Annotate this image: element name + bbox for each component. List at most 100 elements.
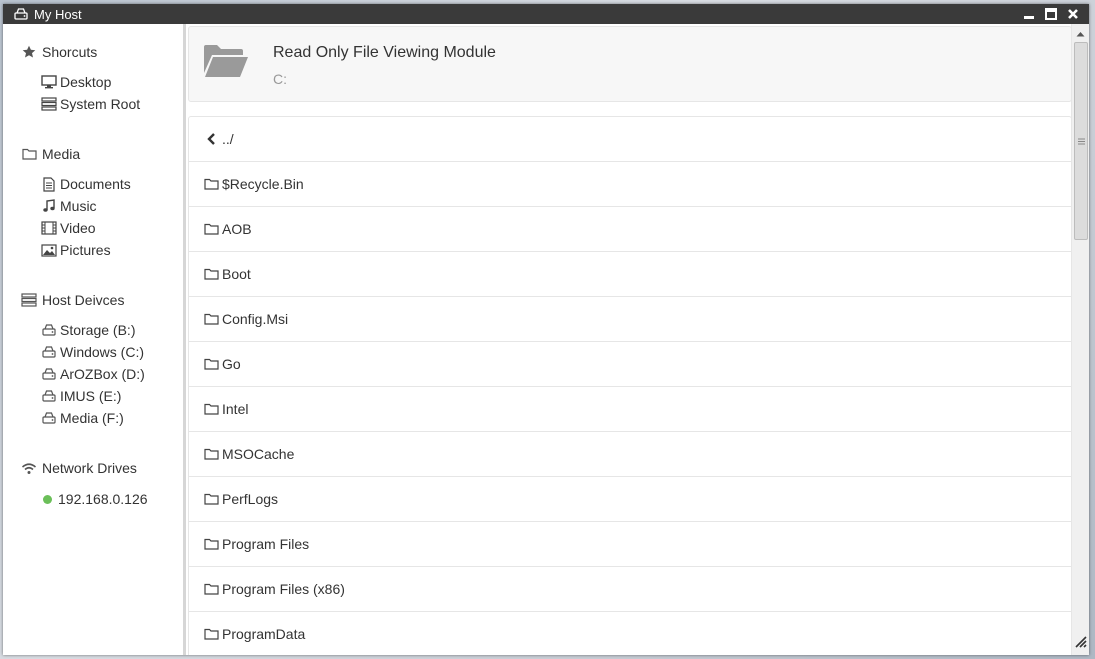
folder-icon <box>203 536 219 552</box>
hard-drive-icon <box>41 410 57 426</box>
online-status-icon <box>43 494 52 504</box>
file-list: ../ $Recycle.Bin AOB Boot Config.Msi Go Intel… <box>188 116 1072 655</box>
sidebar-item-drive-c[interactable]: Windows (C:) <box>3 341 183 363</box>
sidebar-item-label: Music <box>60 198 97 214</box>
shortcuts-label: Shorcuts <box>42 44 98 60</box>
host-devices-label: Host Deivces <box>42 292 125 308</box>
server-icon <box>21 292 37 308</box>
scrollbar-thumb[interactable] <box>1074 42 1088 240</box>
shortcuts-section: Shorcuts Desktop System Root <box>3 41 183 115</box>
file-row[interactable]: ProgramData <box>189 612 1071 655</box>
file-row[interactable]: Config.Msi <box>189 297 1071 342</box>
close-button[interactable] <box>1065 6 1081 22</box>
folder-icon <box>203 581 219 597</box>
document-icon <box>41 176 57 192</box>
sidebar-item-music[interactable]: Music <box>3 195 183 217</box>
server-icon <box>41 96 57 112</box>
host-devices-section: Host Deivces Storage (B:) Windows (C:) A <box>3 289 183 429</box>
sidebar-item-drive-f[interactable]: Media (F:) <box>3 407 183 429</box>
chevron-left-icon <box>203 131 219 147</box>
media-header: Media <box>3 143 183 165</box>
sidebar-item-label: Desktop <box>60 74 112 90</box>
film-icon <box>41 220 57 236</box>
hard-drive-icon <box>14 8 28 23</box>
sidebar-item-label: System Root <box>60 96 141 112</box>
sidebar-item-documents[interactable]: Documents <box>3 173 183 195</box>
hard-drive-icon <box>41 366 57 382</box>
parent-directory-label: ../ <box>222 131 234 147</box>
picture-icon <box>41 242 57 258</box>
main-content: Read Only File Viewing Module C: ../ $Re… <box>186 24 1072 655</box>
close-icon <box>1068 9 1078 19</box>
sidebar-item-system-root[interactable]: System Root <box>3 93 183 115</box>
file-row[interactable]: Intel <box>189 387 1071 432</box>
file-name: AOB <box>222 221 252 237</box>
file-name: PerfLogs <box>222 491 279 507</box>
file-name: ProgramData <box>222 626 306 642</box>
file-row[interactable]: Program Files (x86) <box>189 567 1071 612</box>
file-name: Intel <box>222 401 249 417</box>
scroll-up-button[interactable] <box>1072 26 1089 42</box>
file-name: Program Files <box>222 536 310 552</box>
file-row[interactable]: Boot <box>189 252 1071 297</box>
minimize-icon <box>1024 16 1034 19</box>
file-row[interactable]: $Recycle.Bin <box>189 162 1071 207</box>
file-row[interactable]: MSOCache <box>189 432 1071 477</box>
module-title: Read Only File Viewing Module <box>273 44 496 61</box>
shortcuts-header: Shorcuts <box>3 41 183 63</box>
module-header: Read Only File Viewing Module C: <box>188 26 1072 102</box>
file-name: Go <box>222 356 241 372</box>
file-row[interactable]: AOB <box>189 207 1071 252</box>
window-title: My Host <box>34 7 82 22</box>
wifi-icon <box>21 460 37 476</box>
folder-icon <box>21 146 37 162</box>
hard-drive-icon <box>41 388 57 404</box>
folder-icon <box>203 221 219 237</box>
vertical-scrollbar[interactable] <box>1071 24 1089 655</box>
sidebar-item-label: IMUS (E:) <box>60 388 122 404</box>
maximize-button[interactable] <box>1043 6 1059 22</box>
parent-directory-row[interactable]: ../ <box>189 117 1071 162</box>
file-name: $Recycle.Bin <box>222 176 304 192</box>
star-icon <box>21 44 37 60</box>
folder-icon <box>203 266 219 282</box>
minimize-button[interactable] <box>1021 6 1037 22</box>
sidebar-item-label: Video <box>60 220 96 236</box>
folder-icon <box>203 176 219 192</box>
sidebar-item-desktop[interactable]: Desktop <box>3 71 183 93</box>
sidebar-item-label: 192.168.0.126 <box>58 491 148 507</box>
hard-drive-icon <box>41 344 57 360</box>
sidebar-item-video[interactable]: Video <box>3 217 183 239</box>
sidebar-item-label: Storage (B:) <box>60 322 136 338</box>
sidebar-item-label: Media (F:) <box>60 410 124 426</box>
media-label: Media <box>42 146 81 162</box>
host-devices-header: Host Deivces <box>3 289 183 311</box>
title-bar[interactable]: My Host <box>3 4 1089 24</box>
sidebar-item-pictures[interactable]: Pictures <box>3 239 183 261</box>
folder-icon <box>203 626 219 642</box>
sidebar-item-label: Pictures <box>60 242 111 258</box>
file-explorer-window: My Host Shorcuts Desktop System Root Med… <box>3 4 1089 655</box>
sidebar-item-label: Documents <box>60 176 131 192</box>
resize-grip[interactable] <box>1075 635 1087 653</box>
file-name: Boot <box>222 266 251 282</box>
sidebar: Shorcuts Desktop System Root Media Docum… <box>3 24 186 655</box>
resize-grip-icon <box>1075 636 1087 648</box>
hard-drive-icon <box>41 322 57 338</box>
grip-icon <box>1077 138 1085 144</box>
folder-icon <box>203 401 219 417</box>
sidebar-item-network-drive[interactable]: 192.168.0.126 <box>3 488 183 510</box>
network-drives-label: Network Drives <box>42 460 137 476</box>
music-icon <box>41 198 57 214</box>
file-row[interactable]: Go <box>189 342 1071 387</box>
sidebar-item-drive-e[interactable]: IMUS (E:) <box>3 385 183 407</box>
sidebar-item-drive-d[interactable]: ArOZBox (D:) <box>3 363 183 385</box>
sidebar-item-drive-b[interactable]: Storage (B:) <box>3 319 183 341</box>
file-row[interactable]: Program Files <box>189 522 1071 567</box>
desktop-icon <box>41 74 57 90</box>
file-name: Program Files (x86) <box>222 581 345 597</box>
sidebar-item-label: ArOZBox (D:) <box>60 366 145 382</box>
current-path: C: <box>273 71 287 87</box>
folder-icon <box>203 356 219 372</box>
file-row[interactable]: PerfLogs <box>189 477 1071 522</box>
